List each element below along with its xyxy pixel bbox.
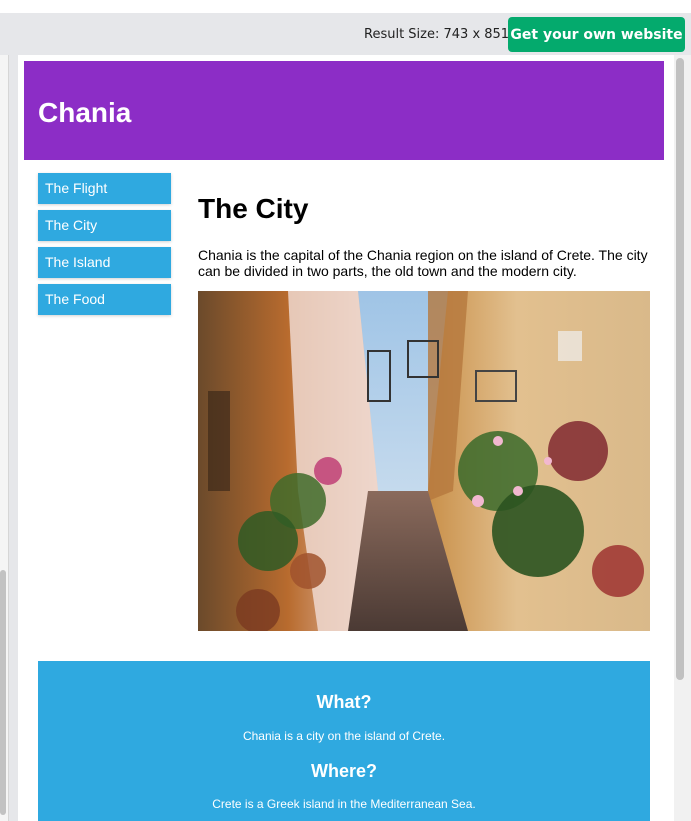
get-own-website-button[interactable]: Get your own website	[508, 17, 685, 52]
menu-item-flight[interactable]: The Flight	[38, 173, 171, 204]
aside-question-where: Where?	[310, 761, 377, 781]
city-photo	[198, 291, 650, 631]
page-header: Chania	[24, 61, 664, 160]
menu-item-city[interactable]: The City	[38, 210, 171, 241]
menu-item-food[interactable]: The Food	[38, 284, 171, 315]
page-title: Chania	[38, 97, 132, 128]
result-size-label: Result Size: 743 x 851	[364, 27, 510, 42]
alley-image	[198, 291, 650, 631]
side-menu: The Flight The City The Island The Food	[38, 173, 171, 321]
menu-item-island[interactable]: The Island	[38, 247, 171, 278]
result-scrollbar-thumb[interactable]	[676, 58, 684, 680]
code-panel-scrollbar[interactable]	[0, 570, 6, 815]
content-heading: The City	[198, 193, 309, 224]
main-content: The City Chania is the capital of the Ch…	[198, 193, 650, 279]
tryit-toolbar: Result Size: 743 x 851 Get your own webs…	[0, 0, 691, 55]
info-aside: What? Chania is a city on the island of …	[38, 661, 650, 821]
aside-question-what: What?	[316, 692, 372, 712]
toolbar-top-strip	[0, 0, 691, 13]
aside-answer-where: Crete is a Greek island in the Mediterra…	[212, 797, 476, 811]
result-frame: Chania The Flight The City The Island Th…	[18, 55, 674, 821]
content-paragraph: Chania is the capital of the Chania regi…	[198, 247, 648, 279]
aside-answer-what: Chania is a city on the island of Crete.	[242, 729, 446, 743]
